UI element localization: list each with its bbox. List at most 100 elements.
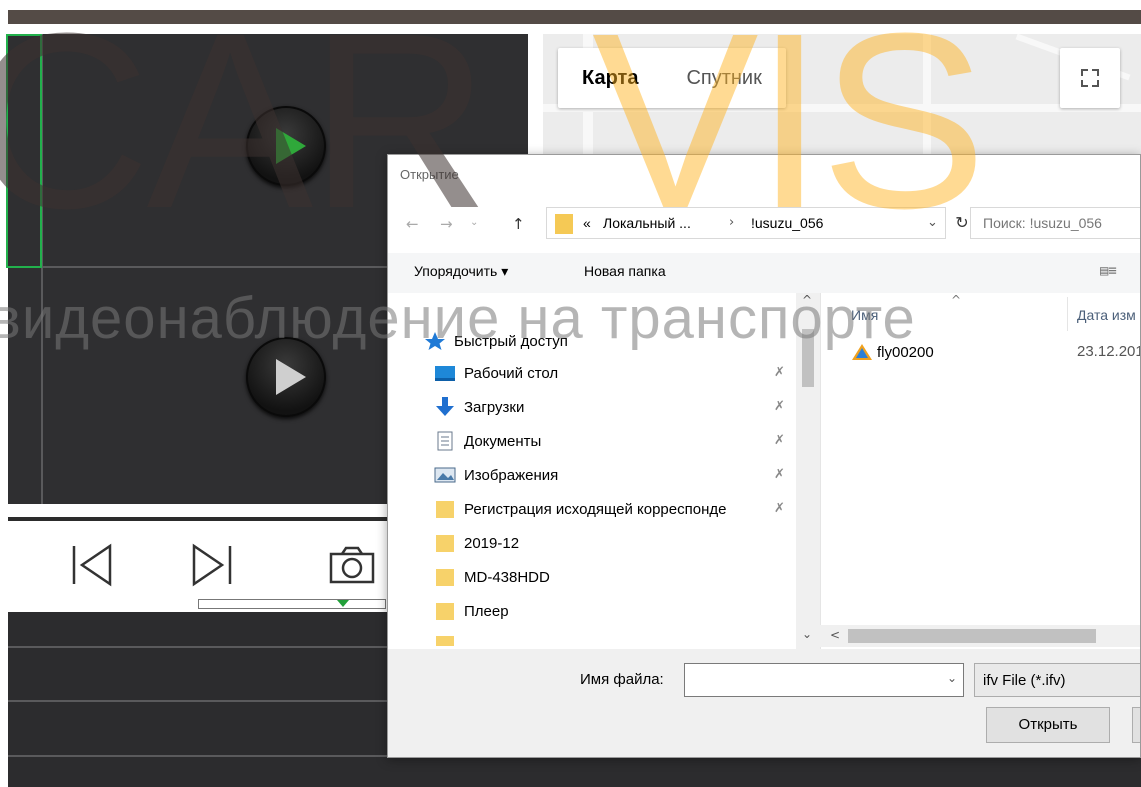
- fullscreen-button[interactable]: [1060, 48, 1120, 108]
- star-icon: [424, 331, 446, 351]
- nav-pane-scrollbar[interactable]: ^ ⌄: [796, 293, 820, 649]
- breadcrumb-prefix[interactable]: «: [583, 215, 591, 231]
- file-name: fly00200: [877, 343, 934, 361]
- map-type-tabs: Карта Спутник: [558, 48, 786, 108]
- organize-button[interactable]: Упорядочить ▾: [414, 263, 508, 280]
- nav-item-partial: [434, 629, 464, 649]
- sort-indicator-icon: ^: [951, 293, 962, 307]
- nav-item-folder-md438hdd[interactable]: MD-438HDD: [434, 563, 550, 591]
- breadcrumb-local-disk[interactable]: Локальный ...: [603, 215, 691, 231]
- dialog-title: Открытие: [400, 167, 459, 182]
- open-button[interactable]: Открыть: [986, 707, 1110, 743]
- recent-dropdown-icon[interactable]: ⌄: [470, 217, 478, 228]
- nav-item-label: 2019-12: [464, 534, 520, 552]
- pin-icon[interactable]: ✗: [774, 467, 785, 482]
- nav-item-quick-access[interactable]: Быстрый доступ: [424, 327, 568, 355]
- nav-item-folder-2019-12[interactable]: 2019-12: [434, 529, 519, 557]
- filetype-select[interactable]: ifv File (*.ifv): [974, 663, 1140, 697]
- tab-satellite[interactable]: Спутник: [662, 48, 785, 108]
- filename-input[interactable]: ⌄: [684, 663, 964, 697]
- back-arrow-icon[interactable]: ←: [406, 215, 419, 233]
- scroll-up-icon[interactable]: ^: [802, 293, 812, 307]
- column-header-name[interactable]: Имя: [851, 307, 878, 323]
- selected-channel-frame[interactable]: [6, 34, 42, 268]
- folder-icon: [555, 214, 573, 234]
- search-placeholder: Поиск: !usuzu_056: [983, 215, 1102, 231]
- column-header-date[interactable]: Дата изм: [1077, 307, 1136, 323]
- skip-forward-icon[interactable]: [190, 542, 234, 588]
- dialog-toolbar: Упорядочить ▾ Новая папка ▤≡: [388, 253, 1140, 293]
- folder-icon: [434, 567, 456, 587]
- scroll-left-icon[interactable]: <: [830, 628, 840, 642]
- nav-item-label: Рабочий стол: [464, 364, 559, 382]
- address-dropdown-icon[interactable]: ⌄: [927, 215, 938, 230]
- image-icon: [434, 465, 456, 485]
- player-divider: [8, 517, 388, 521]
- new-folder-button[interactable]: Новая папка: [584, 263, 666, 279]
- title-strip: [8, 10, 1141, 24]
- play-icon: [276, 359, 306, 395]
- nav-item-label: MD-438HDD: [464, 568, 550, 586]
- file-date: 23.12.201: [1077, 343, 1141, 360]
- scrollbar-thumb[interactable]: [848, 629, 1096, 643]
- column-separator: [1067, 297, 1068, 331]
- forward-arrow-icon[interactable]: →: [440, 215, 453, 233]
- nav-item-label: Регистрация исходящей корреспонде: [464, 500, 727, 518]
- map-road: [923, 34, 931, 164]
- nav-item-folder-registration[interactable]: Регистрация исходящей корреспонде: [434, 495, 726, 523]
- timeline-panel[interactable]: [8, 612, 388, 787]
- folder-icon: [434, 499, 456, 519]
- nav-item-label: Изображения: [464, 466, 559, 484]
- nav-item-documents[interactable]: Документы: [434, 427, 541, 455]
- navigation-pane[interactable]: Быстрый доступ Рабочий стол Загрузки Док…: [388, 293, 820, 649]
- download-icon: [434, 397, 456, 417]
- file-list-horizontal-scrollbar[interactable]: <: [820, 625, 1140, 647]
- timeline-row-divider: [8, 755, 388, 757]
- pin-icon[interactable]: ✗: [774, 399, 785, 414]
- playback-progress-bar[interactable]: [198, 599, 386, 609]
- scrollbar-thumb[interactable]: [802, 329, 814, 387]
- up-arrow-icon[interactable]: ↑: [512, 215, 525, 233]
- pin-icon[interactable]: ✗: [774, 433, 785, 448]
- top-bar: [0, 0, 1141, 26]
- file-list-item[interactable]: fly00200: [851, 343, 934, 361]
- search-input[interactable]: Поиск: !usuzu_056: [970, 207, 1140, 239]
- address-bar[interactable]: « Локальный ... › !usuzu_056 ⌄: [546, 207, 946, 239]
- scroll-down-icon[interactable]: ⌄: [802, 627, 812, 641]
- filename-dropdown-icon[interactable]: ⌄: [947, 671, 957, 685]
- pin-icon[interactable]: ✗: [774, 501, 785, 516]
- nav-item-label: Загрузки: [464, 398, 525, 416]
- open-file-dialog[interactable]: Открытие ← → ⌄ ↑ « Локальный ... › !usuz…: [387, 154, 1141, 758]
- nav-item-label: Документы: [464, 432, 542, 450]
- folder-icon: [434, 533, 456, 553]
- view-options-icon[interactable]: ▤≡: [1100, 263, 1117, 279]
- progress-marker[interactable]: [337, 600, 349, 607]
- camera-icon[interactable]: [328, 546, 376, 586]
- skip-back-icon[interactable]: [70, 542, 114, 588]
- nav-item-pictures[interactable]: Изображения: [434, 461, 558, 489]
- timeline-row-divider: [8, 700, 388, 702]
- dialog-footer: Имя файла: ⌄ ifv File (*.ifv) Открыть: [388, 649, 1140, 757]
- folder-icon: [434, 633, 456, 646]
- file-list-pane[interactable]: ^ Имя Дата изм fly00200 23.12.201: [820, 293, 1141, 649]
- cancel-button[interactable]: [1132, 707, 1140, 743]
- nav-item-folder-player[interactable]: Плеер: [434, 597, 509, 625]
- tab-map[interactable]: Карта: [558, 48, 662, 108]
- document-icon: [434, 431, 456, 451]
- nav-item-label: Быстрый доступ: [454, 332, 568, 350]
- nav-item-desktop[interactable]: Рабочий стол: [434, 359, 558, 387]
- nav-item-downloads[interactable]: Загрузки: [434, 393, 524, 421]
- bottom-panel: [388, 757, 1141, 787]
- play-button-channel-1[interactable]: [246, 106, 326, 186]
- play-icon: [276, 128, 306, 164]
- timeline-row-divider: [8, 646, 388, 648]
- fullscreen-icon: [1081, 69, 1099, 87]
- desktop-icon: [434, 363, 456, 383]
- filetype-value: ifv File (*.ifv): [983, 672, 1066, 689]
- play-button-channel-2[interactable]: [246, 337, 326, 417]
- filename-label: Имя файла:: [580, 671, 664, 688]
- pin-icon[interactable]: ✗: [774, 365, 785, 380]
- ifv-file-icon: [852, 344, 872, 360]
- breadcrumb-current-folder[interactable]: !usuzu_056: [751, 215, 823, 231]
- folder-icon: [434, 601, 456, 621]
